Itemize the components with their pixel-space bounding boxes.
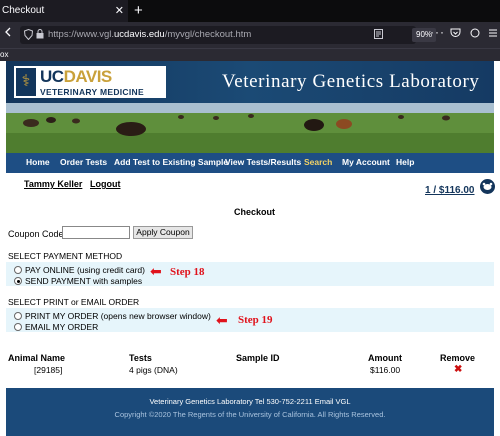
print-order-label: PRINT MY ORDER (opens new browser window… (25, 311, 211, 321)
nav-search[interactable]: Search (304, 157, 332, 167)
back-icon[interactable] (4, 27, 14, 40)
tab-title: Checkout (2, 5, 45, 16)
cattle-field-image (6, 103, 494, 153)
email-order-radio[interactable] (14, 323, 22, 331)
footer-contact: Veterinary Genetics Laboratory Tel 530-7… (149, 397, 351, 406)
cart-icon[interactable] (480, 179, 495, 194)
print-order-radio[interactable] (14, 312, 22, 320)
email-order-option[interactable]: EMAIL MY ORDER (14, 322, 98, 332)
footer-copyright: Copyright ©2020 The Regents of the Unive… (114, 410, 386, 419)
print-email-label: SELECT PRINT or EMAIL ORDER (8, 297, 140, 307)
step19-annotation: Step 19 (238, 314, 273, 326)
browser-navbar: https://www.vgl.ucdavis.edu/myvgl/checko… (0, 22, 500, 48)
bookmarks-bar: ox (0, 48, 500, 61)
col-tests: Tests (129, 353, 152, 363)
print-order-option[interactable]: PRINT MY ORDER (opens new browser window… (14, 311, 211, 321)
close-icon[interactable]: ✕ (115, 0, 124, 22)
shield-icon[interactable] (23, 28, 34, 43)
step18-annotation: Step 18 (170, 266, 205, 278)
main-nav: Home Order Tests Add Test to Existing Sa… (6, 153, 494, 173)
cell-animal: [29185] (34, 365, 63, 375)
logo-subtitle: VETERINARY MEDICINE (40, 87, 144, 97)
user-name-link[interactable]: Tammy Keller (24, 179, 82, 189)
nav-home[interactable]: Home (26, 157, 50, 167)
pay-online-option[interactable]: PAY ONLINE (using credit card) (14, 265, 145, 275)
apply-coupon-button[interactable]: Apply Coupon (133, 226, 193, 239)
page: ⚕ UCDAVIS VETERINARY MEDICINE Veterinary… (0, 61, 500, 436)
header-photo (6, 103, 494, 153)
nav-my-account[interactable]: My Account (342, 157, 390, 167)
tab-checkout[interactable]: Checkout ✕ (0, 0, 128, 22)
col-animal-name: Animal Name (8, 353, 66, 363)
payment-options-box: PAY ONLINE (using credit card) SEND PAYM… (6, 262, 494, 286)
site-title: Veterinary Genetics Laboratory (222, 71, 480, 92)
payment-method-label: SELECT PAYMENT METHOD (8, 251, 123, 261)
coupon-label: Coupon Code (8, 229, 64, 239)
url-path: /myvgl/checkout.htm (164, 29, 252, 40)
nav-help[interactable]: Help (396, 157, 414, 167)
remove-icon[interactable]: ✖ (454, 364, 462, 375)
logout-link[interactable]: Logout (90, 179, 121, 189)
cell-tests: 4 pigs (DNA) (129, 365, 178, 375)
browser-tab-bar: Checkout ✕ + (0, 0, 500, 22)
logo-uc: UC (40, 67, 64, 86)
logo-davis: DAVIS (63, 67, 113, 86)
more-icon[interactable]: ··· (430, 25, 445, 39)
new-tab-button[interactable]: + (134, 0, 143, 22)
pay-online-radio[interactable] (14, 266, 22, 274)
url-prefix: https://www.vgl. (48, 29, 114, 40)
email-order-label: EMAIL MY ORDER (25, 322, 99, 332)
coupon-input[interactable] (62, 226, 130, 239)
extensions-icon[interactable] (470, 28, 480, 41)
site-header: ⚕ UCDAVIS VETERINARY MEDICINE Veterinary… (6, 61, 494, 103)
nav-add-test[interactable]: Add Test to Existing Sample (114, 157, 228, 167)
lock-icon[interactable] (36, 29, 44, 42)
send-payment-label: SEND PAYMENT with samples (25, 276, 143, 286)
pocket-icon[interactable] (450, 28, 461, 41)
url-bar[interactable]: https://www.vgl.ucdavis.edu/myvgl/checko… (20, 26, 437, 44)
ucdavis-logo[interactable]: ⚕ UCDAVIS VETERINARY MEDICINE (14, 66, 166, 98)
send-payment-radio[interactable] (14, 277, 22, 285)
cart-link[interactable]: 1 / $116.00 (425, 185, 475, 196)
site-footer: Veterinary Genetics Laboratory Tel 530-7… (6, 388, 494, 436)
col-sample-id: Sample ID (236, 353, 280, 363)
bookmark-item[interactable]: ox (0, 50, 8, 59)
url-host: ucdavis.edu (114, 29, 165, 40)
col-amount: Amount (368, 353, 402, 363)
nav-order-tests[interactable]: Order Tests (60, 157, 107, 167)
menu-icon[interactable] (488, 28, 498, 41)
caduceus-icon: ⚕ (16, 68, 36, 96)
logo-text: UCDAVIS (40, 67, 112, 87)
col-remove: Remove (440, 353, 476, 363)
pay-online-label: PAY ONLINE (using credit card) (25, 265, 145, 275)
nav-view-tests[interactable]: View Tests/Results (225, 157, 301, 167)
url-text[interactable]: https://www.vgl.ucdavis.edu/myvgl/checko… (48, 28, 251, 42)
reader-icon[interactable] (374, 29, 383, 42)
send-payment-option[interactable]: SEND PAYMENT with samples (14, 276, 142, 286)
page-title: Checkout (234, 207, 276, 217)
step19-arrow-icon: ⬅ (216, 312, 228, 328)
cell-amount: $116.00 (370, 365, 401, 375)
step18-arrow-icon: ⬅ (150, 263, 162, 279)
